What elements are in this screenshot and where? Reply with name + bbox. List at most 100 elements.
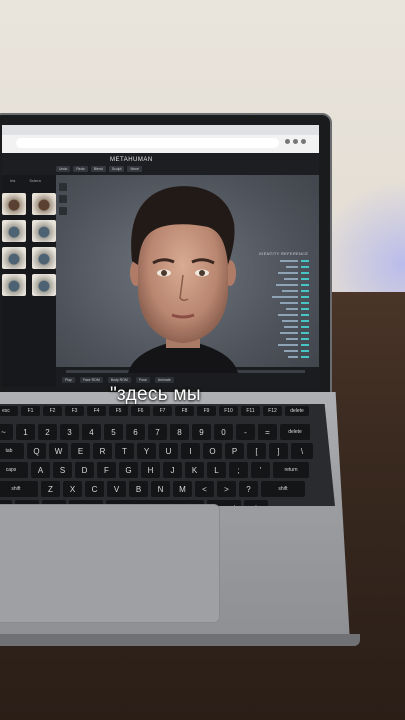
key[interactable]: X <box>63 481 82 497</box>
key[interactable]: esc <box>0 406 18 416</box>
key[interactable]: ] <box>269 443 288 459</box>
key[interactable]: P <box>225 443 244 459</box>
key[interactable]: F5 <box>109 406 128 416</box>
keyboard-row: ~1 2 3 4 5 6 7 8 9 0- = delete <box>0 424 310 440</box>
key[interactable]: O <box>203 443 222 459</box>
key[interactable]: < <box>195 481 214 497</box>
browser-extensions[interactable] <box>285 139 315 145</box>
tab-iris[interactable]: Iris <box>10 178 15 188</box>
trackpad[interactable] <box>0 504 220 623</box>
tool-button[interactable]: Redo <box>73 166 88 172</box>
key[interactable]: F9 <box>197 406 216 416</box>
playback-button[interactable]: Pose <box>135 377 150 383</box>
key[interactable]: = <box>258 424 277 440</box>
key[interactable]: caps <box>0 462 28 478</box>
key[interactable]: J <box>163 462 182 478</box>
key[interactable]: L <box>207 462 226 478</box>
eye-preset[interactable] <box>2 274 26 296</box>
key[interactable]: ; <box>229 462 248 478</box>
key[interactable]: 5 <box>104 424 123 440</box>
key[interactable]: S <box>53 462 72 478</box>
address-bar[interactable] <box>16 138 279 148</box>
viewport-tool-icon[interactable] <box>59 207 67 215</box>
key[interactable]: 1 <box>16 424 35 440</box>
eye-preset[interactable] <box>2 193 26 215</box>
key[interactable]: F7 <box>153 406 172 416</box>
key[interactable]: ? <box>239 481 258 497</box>
info-row <box>259 295 309 299</box>
key[interactable]: tab <box>0 443 24 459</box>
key[interactable]: N <box>151 481 170 497</box>
eye-preset[interactable] <box>2 247 26 269</box>
key[interactable]: F1 <box>21 406 40 416</box>
browser-tabs[interactable] <box>2 125 319 135</box>
eye-preset[interactable] <box>32 220 56 242</box>
key[interactable]: Q <box>27 443 46 459</box>
key[interactable]: F11 <box>241 406 260 416</box>
key[interactable]: C <box>85 481 104 497</box>
viewport-tool-icon[interactable] <box>59 183 67 191</box>
tool-button[interactable]: Move <box>127 166 142 172</box>
playback-button[interactable]: Body ROM <box>107 377 131 383</box>
key[interactable]: 3 <box>60 424 79 440</box>
tab-sclera[interactable]: Sclera <box>29 178 40 188</box>
key[interactable]: return <box>273 462 309 478</box>
key[interactable]: Y <box>137 443 156 459</box>
key[interactable]: M <box>173 481 192 497</box>
key[interactable]: Z <box>41 481 60 497</box>
key[interactable]: ' <box>251 462 270 478</box>
key[interactable]: shift <box>0 481 38 497</box>
key[interactable]: F8 <box>175 406 194 416</box>
key[interactable]: 6 <box>126 424 145 440</box>
key[interactable]: F6 <box>131 406 150 416</box>
left-panel: Iris Sclera <box>2 175 56 387</box>
playback-button[interactable]: Animate <box>154 377 174 383</box>
eye-preset[interactable] <box>32 193 56 215</box>
key[interactable]: - <box>236 424 255 440</box>
key[interactable]: [ <box>247 443 266 459</box>
key[interactable]: F3 <box>65 406 84 416</box>
playback-button[interactable]: Play <box>62 377 75 383</box>
key[interactable]: ~ <box>0 424 13 440</box>
tool-button[interactable]: Blend <box>90 166 106 172</box>
key[interactable]: delete <box>280 424 310 440</box>
key[interactable]: F12 <box>263 406 282 416</box>
key[interactable]: 0 <box>214 424 233 440</box>
eye-preset[interactable] <box>32 247 56 269</box>
key[interactable]: H <box>141 462 160 478</box>
viewport-tool-icon[interactable] <box>59 195 67 203</box>
key[interactable]: 8 <box>170 424 189 440</box>
key[interactable]: 7 <box>148 424 167 440</box>
key[interactable]: G <box>119 462 138 478</box>
key[interactable]: > <box>217 481 236 497</box>
key[interactable]: \ <box>291 443 313 459</box>
key[interactable]: W <box>49 443 68 459</box>
key[interactable]: U <box>159 443 178 459</box>
key[interactable]: T <box>115 443 134 459</box>
key[interactable]: 4 <box>82 424 101 440</box>
playback-button[interactable]: Face ROM <box>79 377 103 383</box>
info-row <box>259 337 309 341</box>
key[interactable]: V <box>107 481 126 497</box>
key[interactable]: R <box>93 443 112 459</box>
key[interactable]: A <box>31 462 50 478</box>
key[interactable]: option <box>244 500 268 506</box>
eye-preset[interactable] <box>2 220 26 242</box>
key[interactable]: B <box>129 481 148 497</box>
key[interactable]: I <box>181 443 200 459</box>
key[interactable]: K <box>185 462 204 478</box>
digital-human-head <box>128 186 238 373</box>
key[interactable]: D <box>75 462 94 478</box>
key[interactable]: F10 <box>219 406 238 416</box>
key[interactable]: 2 <box>38 424 57 440</box>
key[interactable]: 9 <box>192 424 211 440</box>
eye-preset[interactable] <box>32 274 56 296</box>
tool-button[interactable]: Undo <box>56 166 71 172</box>
tool-button[interactable]: Sculpt <box>108 166 125 172</box>
key[interactable]: F4 <box>87 406 106 416</box>
key[interactable]: shift <box>261 481 305 497</box>
key[interactable]: F2 <box>43 406 62 416</box>
key[interactable]: E <box>71 443 90 459</box>
key[interactable]: delete <box>285 406 309 416</box>
key[interactable]: F <box>97 462 116 478</box>
